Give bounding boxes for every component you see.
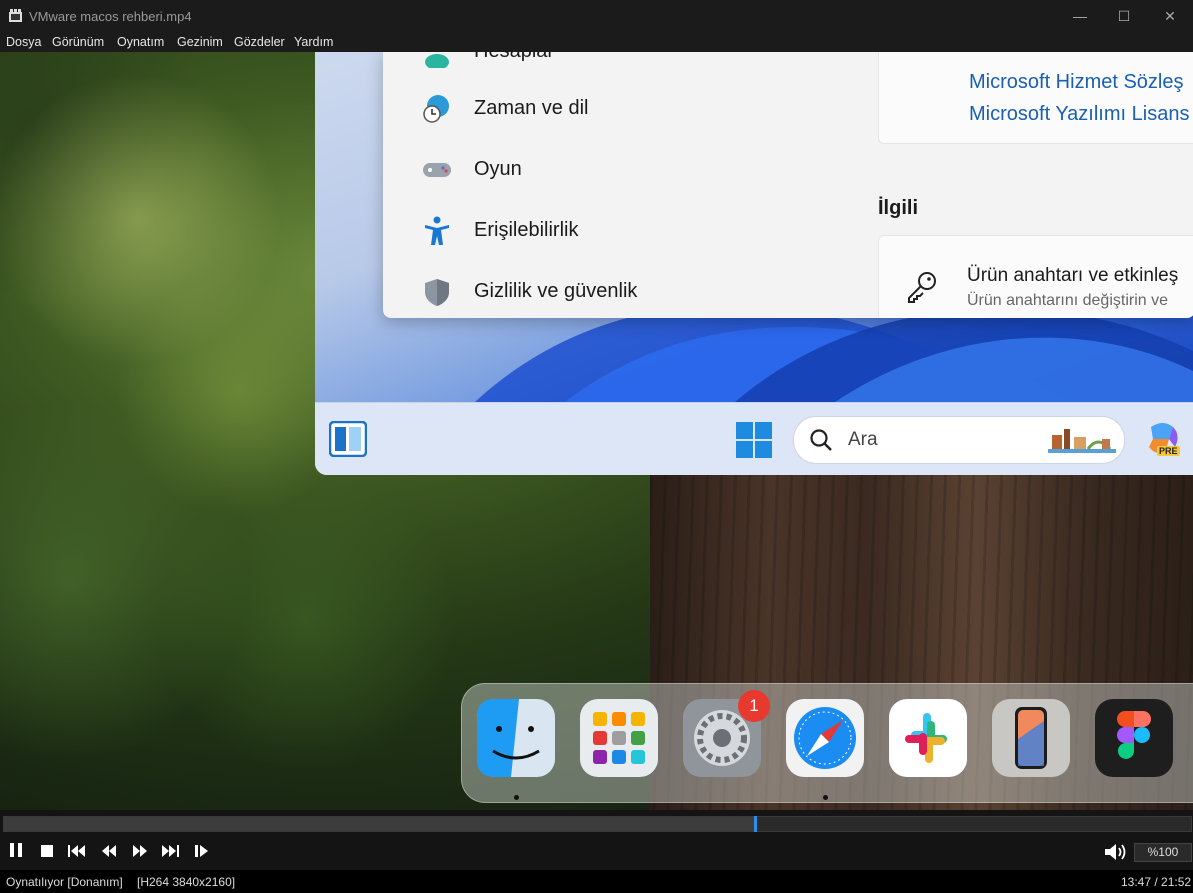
- title-bar: VMware macos rehberi.mp4 — ☐ ✕: [0, 0, 1193, 32]
- volume-level[interactable]: %100: [1134, 843, 1192, 862]
- skip-next-icon: [162, 845, 179, 857]
- phone-icon: [992, 699, 1070, 777]
- frame-step-icon: [195, 845, 208, 857]
- figma-icon: [1095, 699, 1173, 777]
- pause-icon: [10, 843, 22, 857]
- dock-launchpad[interactable]: [580, 699, 658, 777]
- compass-icon: [786, 699, 864, 777]
- nav-item-accounts[interactable]: Hesaplar: [419, 52, 859, 72]
- taskbar-search[interactable]: Ara: [793, 416, 1125, 464]
- product-key-subtitle: Ürün anahtarını değiştirin ve: [967, 292, 1168, 309]
- nav-item-time-language[interactable]: Zaman ve dil: [419, 89, 859, 129]
- menu-gozdeler[interactable]: Gözdeler: [234, 35, 285, 49]
- gamepad-icon: [423, 163, 451, 177]
- nav-label: Hesaplar: [474, 52, 554, 63]
- search-placeholder: Ara: [848, 429, 878, 450]
- nav-label: Zaman ve dil: [474, 97, 589, 119]
- link-software-license[interactable]: Microsoft Yazılımı Lisans: [969, 103, 1189, 126]
- dock-system-settings[interactable]: 1: [683, 690, 770, 777]
- nav-item-gaming[interactable]: Oyun: [419, 150, 859, 190]
- previous-button[interactable]: [67, 842, 87, 862]
- nav-label: Oyun: [474, 158, 522, 180]
- search-icon: [810, 429, 832, 451]
- nav-label: Gizlilik ve güvenlik: [474, 280, 638, 302]
- window-title: VMware macos rehberi.mp4: [29, 9, 192, 24]
- accounts-icon: [425, 54, 449, 68]
- seek-thumb[interactable]: [754, 816, 758, 832]
- video-frame[interactable]: Hesaplar Zaman ve dil Oyun: [0, 52, 1193, 810]
- maximize-button[interactable]: ☐: [1113, 6, 1135, 26]
- speaker-icon: [1105, 844, 1126, 860]
- link-service-agreement[interactable]: Microsoft Hizmet Sözleş: [969, 71, 1184, 94]
- related-heading: İlgili: [878, 197, 918, 219]
- notification-badge: 1: [738, 690, 770, 722]
- volume-button[interactable]: [1104, 842, 1128, 862]
- support-links-card: Microsoft Hizmet Sözleş Microsoft Yazılı…: [878, 52, 1193, 144]
- pause-button[interactable]: [6, 842, 26, 862]
- nav-label: Erişilebilirlik: [474, 219, 579, 241]
- menu-bar: Dosya Görünüm Oynatım Gezinim Gözdeler Y…: [0, 32, 1193, 52]
- dock-finder[interactable]: [477, 699, 555, 777]
- vm-screen: Hesaplar Zaman ve dil Oyun: [315, 52, 1193, 475]
- launchpad-icon: [580, 699, 658, 777]
- product-key-title: Ürün anahtarı ve etkinleş: [967, 265, 1179, 286]
- nav-item-accessibility[interactable]: Erişilebilirlik: [419, 211, 859, 251]
- codec-info: [H264 3840x2160]: [137, 875, 236, 889]
- close-button[interactable]: ✕: [1159, 6, 1181, 26]
- windows-start-icon[interactable]: [735, 421, 773, 459]
- dock-figma[interactable]: [1095, 699, 1173, 777]
- next-button[interactable]: [160, 842, 180, 862]
- rewind-button[interactable]: [99, 842, 119, 862]
- accessibility-icon: [425, 216, 449, 245]
- product-key-card[interactable]: Ürün anahtarı ve etkinleş Ürün anahtarın…: [878, 235, 1193, 318]
- windows-taskbar: Ara PRE: [315, 402, 1193, 475]
- minimize-button[interactable]: —: [1069, 6, 1091, 26]
- fast-forward-button[interactable]: [130, 842, 150, 862]
- macos-dock: 1: [461, 683, 1193, 803]
- fast-forward-icon: [133, 845, 147, 857]
- stop-button[interactable]: [37, 842, 57, 862]
- running-indicator: [823, 795, 828, 800]
- seek-bar[interactable]: [3, 816, 1192, 832]
- key-icon: [908, 272, 936, 303]
- settings-window: Hesaplar Zaman ve dil Oyun: [383, 52, 1193, 318]
- playback-status: Oynatılıyor [Donanım]: [6, 875, 123, 889]
- status-bar: Oynatılıyor [Donanım] [H264 3840x2160] 1…: [0, 870, 1193, 893]
- slack-icon: [889, 699, 967, 777]
- menu-gezinim[interactable]: Gezinim: [177, 35, 223, 49]
- app-icon: [9, 9, 22, 22]
- rewind-icon: [102, 845, 116, 857]
- dock-slack[interactable]: [889, 699, 967, 777]
- skip-previous-icon: [68, 845, 85, 857]
- seek-progress: [4, 817, 756, 831]
- finder-icon: [477, 699, 555, 777]
- stop-icon: [41, 845, 53, 857]
- copilot-badge: PRE: [1157, 446, 1180, 456]
- dock-iphone-mirroring[interactable]: [992, 699, 1070, 777]
- player-controls: %100: [0, 810, 1193, 870]
- shield-icon: [425, 279, 449, 306]
- dock-safari[interactable]: [786, 699, 864, 777]
- frame-step-button[interactable]: [192, 842, 212, 862]
- widgets-icon[interactable]: [329, 421, 367, 457]
- menu-gorunum[interactable]: Görünüm: [52, 35, 104, 49]
- menu-yardim[interactable]: Yardım: [294, 35, 333, 49]
- running-indicator: [514, 795, 519, 800]
- menu-dosya[interactable]: Dosya: [6, 35, 41, 49]
- time-display: 13:47 / 21:52: [1121, 875, 1192, 889]
- menu-oynatim[interactable]: Oynatım: [117, 35, 164, 49]
- nav-item-privacy[interactable]: Gizlilik ve güvenlik: [419, 272, 859, 312]
- copilot-icon[interactable]: PRE: [1143, 419, 1183, 459]
- time-language-icon: [423, 95, 449, 123]
- search-highlight-icon: [1048, 429, 1116, 453]
